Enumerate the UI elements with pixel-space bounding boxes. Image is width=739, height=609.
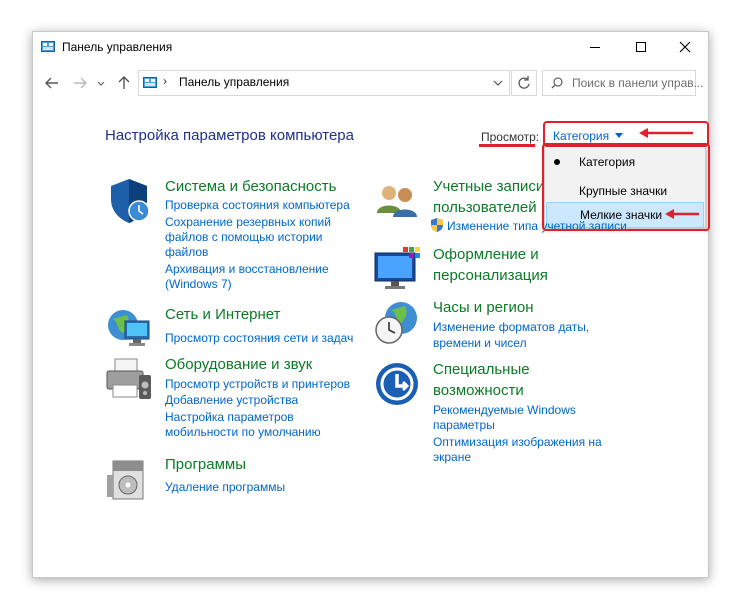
category-ease-of-access: Специальные возможности Рекомендуемые Wi… [373, 360, 643, 470]
printer-icon[interactable] [105, 355, 153, 403]
close-button[interactable] [662, 32, 708, 62]
search-input[interactable]: Поиск в панели управ... [572, 76, 704, 90]
link-optimize-display[interactable]: Оптимизация изображения на [433, 434, 602, 450]
address-path[interactable]: Панель управления [179, 75, 289, 89]
page-title: Настройка параметров компьютера [105, 127, 354, 144]
link-devices-printers[interactable]: Просмотр устройств и принтеров [165, 376, 350, 392]
up-button[interactable] [115, 74, 133, 92]
link-change-formats[interactable]: времени и чисел [433, 335, 527, 351]
maximize-icon [636, 42, 646, 52]
arrow-right-icon [74, 77, 87, 89]
category-title[interactable]: Оформление и [433, 245, 539, 265]
link-check-status[interactable]: Проверка состояния компьютера [165, 197, 350, 213]
link-uninstall-program[interactable]: Удаление программы [165, 479, 285, 495]
category-title[interactable]: персонализация [433, 266, 548, 286]
breadcrumb-separator-icon: › [163, 74, 167, 88]
address-bar[interactable]: › Панель управления [138, 70, 510, 96]
users-icon[interactable] [373, 177, 421, 225]
link-recommended-settings[interactable]: параметры [433, 417, 495, 433]
programs-box-icon[interactable] [105, 455, 153, 503]
minimize-icon [590, 47, 600, 48]
category-title[interactable]: возможности [433, 381, 524, 401]
link-file-history[interactable]: Сохранение резервных копий [165, 214, 331, 230]
category-title[interactable]: Учетные записи [433, 177, 544, 197]
link-add-device[interactable]: Добавление устройства [165, 392, 298, 408]
category-title[interactable]: пользователей [433, 198, 537, 218]
link-recommended-settings[interactable]: Рекомендуемые Windows [433, 402, 576, 418]
arrow-up-icon [118, 76, 130, 89]
link-mobility-settings[interactable]: Настройка параметров [165, 409, 294, 425]
annotation-arrow-icon [665, 209, 699, 219]
clock-globe-icon[interactable] [373, 298, 421, 346]
link-network-status[interactable]: Просмотр состояния сети и задач [165, 330, 353, 346]
display-personalization-icon[interactable] [373, 245, 421, 293]
maximize-button[interactable] [618, 32, 664, 62]
recent-locations-button[interactable] [95, 74, 107, 92]
annotation-arrow-icon [639, 128, 693, 138]
search-box[interactable]: Поиск в панели управ... [542, 70, 704, 96]
control-panel-icon [41, 41, 55, 52]
link-file-history[interactable]: файлов с помощью истории [165, 229, 322, 245]
uac-shield-icon [431, 218, 443, 232]
close-icon [679, 41, 691, 53]
category-network-internet: Сеть и Интернет Просмотр состояния сети … [105, 305, 375, 355]
view-by-label: Просмотр: [481, 130, 540, 144]
category-title[interactable]: Специальные [433, 360, 530, 380]
network-globe-icon[interactable] [105, 305, 153, 353]
refresh-icon [518, 76, 530, 89]
navigation-bar: › Панель управления Поиск в панели управ… [33, 68, 708, 98]
minimize-button[interactable] [572, 32, 618, 62]
refresh-button[interactable] [511, 70, 537, 96]
category-title[interactable]: Часы и регион [433, 298, 534, 318]
back-button[interactable] [43, 74, 61, 92]
link-optimize-display[interactable]: экране [433, 449, 471, 465]
chevron-down-icon[interactable] [493, 79, 503, 87]
control-panel-window: Панель управления › Панель управления По… [32, 31, 710, 578]
search-icon [551, 77, 563, 89]
arrow-left-icon [45, 77, 58, 89]
title-bar[interactable]: Панель управления [33, 32, 708, 62]
link-file-history[interactable]: файлов [165, 244, 208, 260]
category-title[interactable]: Система и безопасность [165, 177, 336, 197]
accessibility-icon[interactable] [373, 360, 421, 408]
link-change-formats[interactable]: Изменение форматов даты, [433, 319, 589, 335]
annotation-underline [479, 144, 535, 147]
category-programs: Программы Удаление программы [105, 455, 375, 505]
category-title[interactable]: Сеть и Интернет [165, 305, 281, 325]
category-hardware-sound: Оборудование и звук Просмотр устройств и… [105, 355, 375, 445]
control-panel-icon [143, 77, 157, 88]
category-title[interactable]: Оборудование и звук [165, 355, 312, 375]
link-backup-restore[interactable]: Архивация и восстановление [165, 261, 329, 277]
window-title: Панель управления [62, 40, 173, 54]
shield-icon[interactable] [105, 177, 153, 225]
category-appearance: Оформление и персонализация [373, 245, 643, 295]
category-clock-region: Часы и регион Изменение форматов даты, в… [373, 298, 643, 358]
category-title[interactable]: Программы [165, 455, 246, 475]
link-backup-restore[interactable]: (Windows 7) [165, 276, 232, 292]
forward-button[interactable] [71, 74, 89, 92]
chevron-down-icon [97, 81, 105, 86]
link-mobility-settings[interactable]: мобильности по умолчанию [165, 424, 321, 440]
category-system-security: Система и безопасность Проверка состояни… [105, 177, 375, 297]
